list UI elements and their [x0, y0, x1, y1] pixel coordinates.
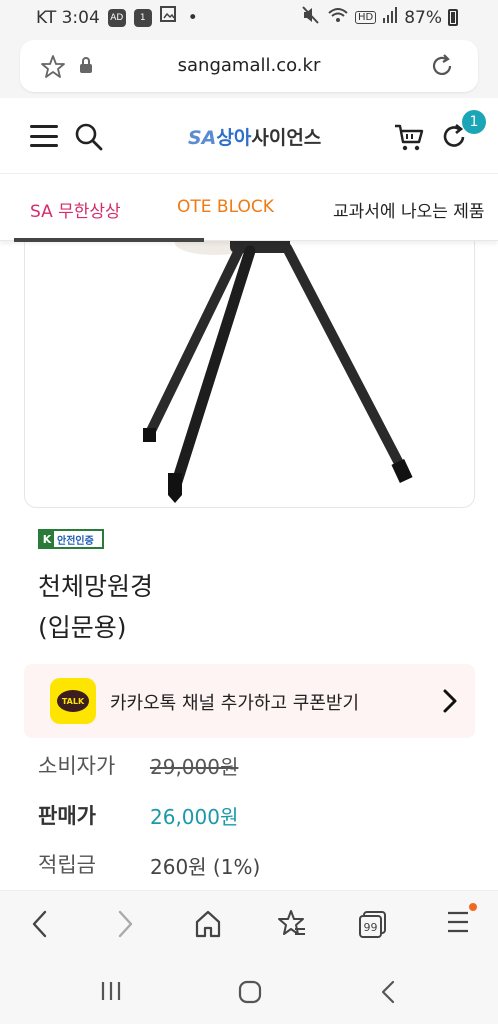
cert-text: 안전인증 — [57, 535, 94, 547]
safety-cert-badge: K 안전인증 — [38, 529, 104, 549]
reload-icon[interactable] — [428, 52, 456, 84]
sale-price: 26,000원 — [150, 805, 239, 829]
cart-icon[interactable] — [393, 122, 425, 156]
active-tab-indicator — [14, 238, 204, 242]
one-icon: 1 — [133, 8, 152, 27]
back-icon[interactable] — [30, 909, 50, 943]
kakao-coupon-banner[interactable]: TALK 카카오톡 채널 추가하고 쿠폰받기 — [24, 664, 475, 738]
points-label: 적립금 — [38, 853, 96, 877]
system-nav-bar — [0, 958, 498, 1024]
dot-icon: • — [187, 7, 198, 28]
battery-icon — [448, 9, 458, 26]
status-right: HD 87% — [301, 6, 458, 29]
logo-rest: 사이언스 — [251, 127, 322, 149]
consumer-price-label: 소비자가 — [38, 754, 116, 778]
points-value: 260원 (1%) — [150, 855, 261, 879]
forward-icon[interactable] — [115, 909, 135, 943]
product-title-line1: 천체망원경 — [38, 572, 154, 601]
hd-icon: HD — [354, 11, 377, 24]
menu-more-icon[interactable] — [446, 909, 470, 939]
signal-icon — [382, 7, 398, 28]
status-bar: KT 3:04 AD 1 • HD 87% — [0, 0, 498, 36]
sale-price-label: 판매가 — [38, 804, 96, 828]
kakao-logo-text: TALK — [57, 690, 89, 712]
chevron-right-icon — [442, 688, 458, 718]
url-text: sangamall.co.kr — [177, 55, 321, 76]
category-tabs: SA 무한상상 OTE BLOCK 교과서에 나오는 제품 — [0, 175, 498, 241]
tab-textbook-products[interactable]: 교과서에 나오는 제품 — [333, 197, 485, 222]
search-icon[interactable] — [74, 122, 104, 156]
tab-ote-block[interactable]: OTE BLOCK — [177, 197, 274, 217]
tripod-image — [143, 233, 413, 503]
kakao-talk-icon: TALK — [50, 678, 96, 724]
cart-count-badge: 1 — [462, 110, 486, 134]
cert-k-mark: K — [40, 531, 54, 547]
recent-apps-icon[interactable] — [100, 980, 122, 1006]
browser-toolbar: sangamall.co.kr — [0, 36, 498, 98]
ad-icon: AD — [107, 8, 126, 27]
browser-bottom-nav: 99 — [0, 890, 498, 958]
system-back-icon[interactable] — [380, 980, 396, 1008]
notification-dot — [469, 903, 477, 911]
kakao-banner-text: 카카오톡 채널 추가하고 쿠폰받기 — [110, 693, 360, 714]
product-image[interactable] — [24, 232, 475, 508]
home-button-icon[interactable] — [238, 980, 262, 1008]
wifi-icon — [327, 6, 349, 29]
tab-sa-mugansangsang[interactable]: SA 무한상상 — [30, 197, 121, 222]
bookmarks-icon[interactable] — [277, 909, 307, 943]
consumer-price: 29,000원 — [150, 755, 239, 779]
logo-sanga: 상아 — [216, 127, 252, 149]
status-left: KT 3:04 AD 1 • — [36, 6, 198, 29]
product-title-line2: (입문용) — [38, 613, 127, 642]
site-header: SA상아사이언스 — [0, 98, 498, 174]
site-logo[interactable]: SA상아사이언스 — [188, 123, 321, 150]
carrier-time: KT 3:04 — [36, 7, 100, 28]
logo-sa: SA — [188, 127, 217, 149]
address-bar[interactable]: sangamall.co.kr — [20, 40, 478, 92]
tabs-count: 99 — [364, 921, 378, 934]
battery-text: 87% — [404, 7, 442, 28]
tabs-icon[interactable]: 99 — [358, 909, 388, 943]
home-icon[interactable] — [194, 909, 222, 943]
menu-icon[interactable] — [30, 125, 58, 147]
gallery-icon — [159, 6, 180, 29]
mute-icon — [301, 6, 321, 29]
